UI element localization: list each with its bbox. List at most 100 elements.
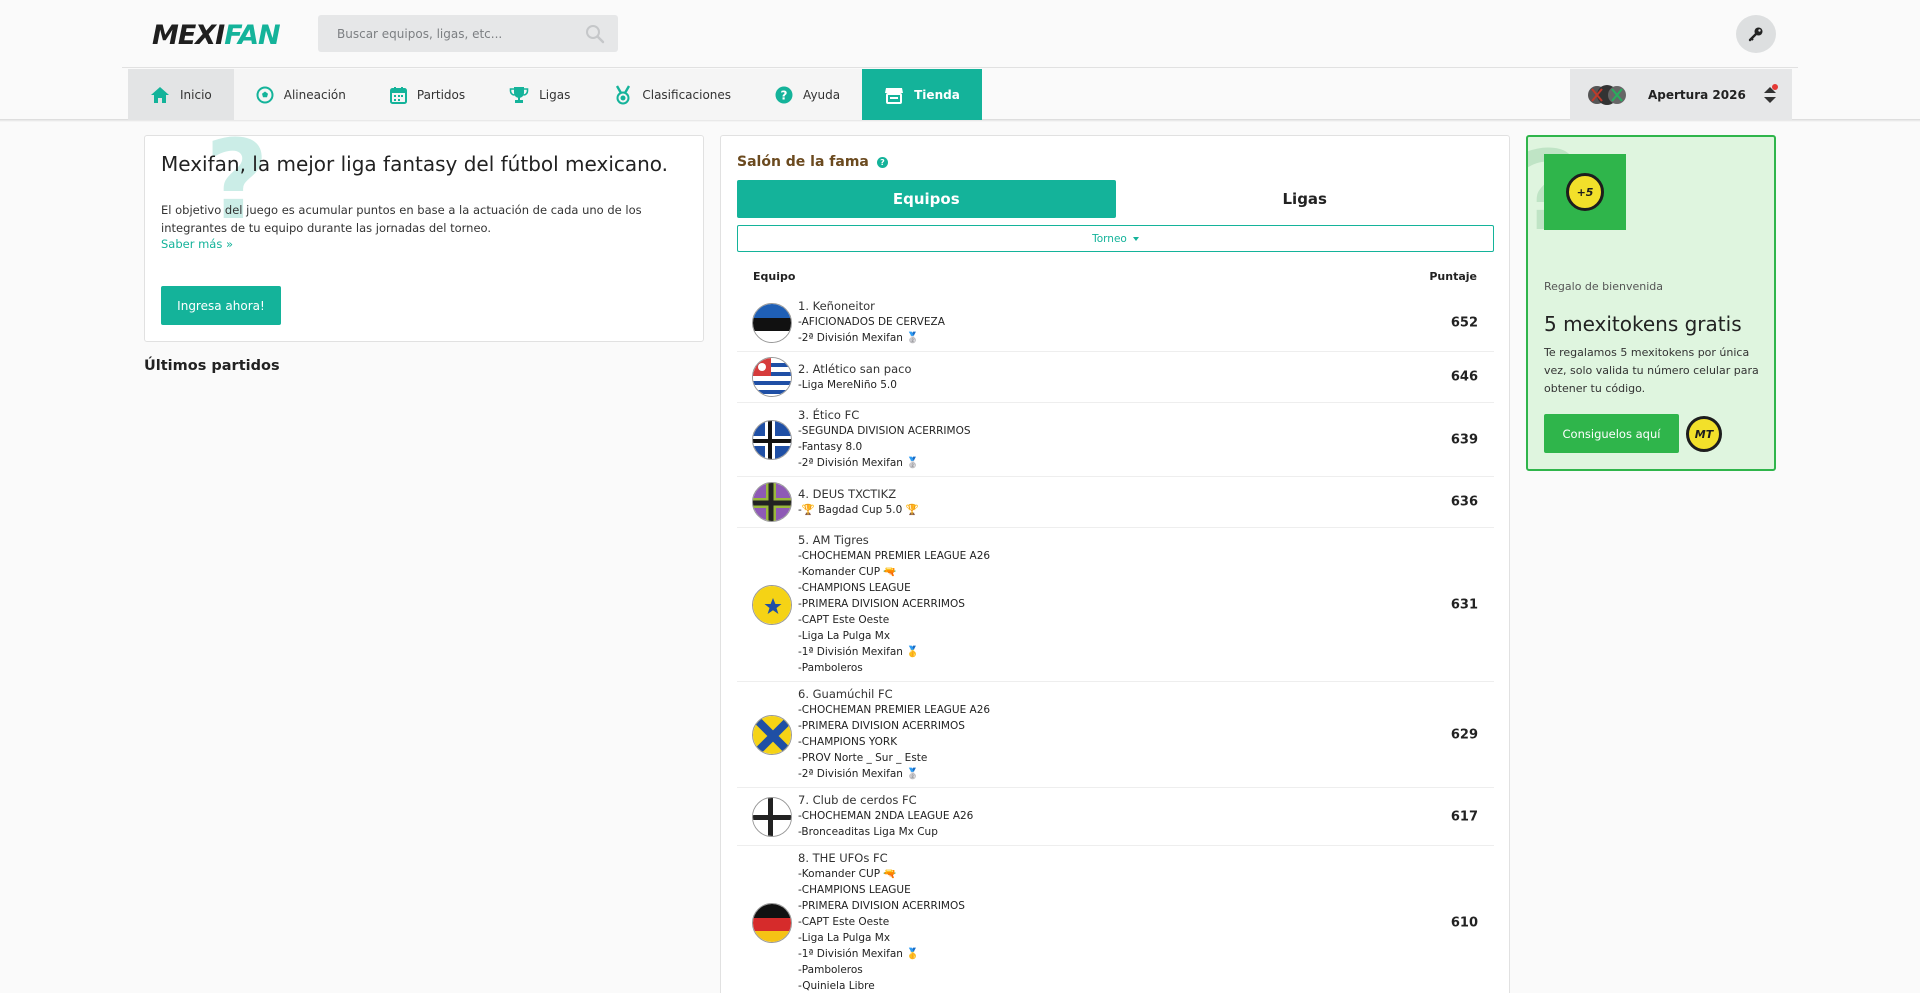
table-row[interactable]: 2. Atlético san paco -Liga MereNiño 5.0 64…: [737, 352, 1494, 403]
nav-item-tienda[interactable]: Tienda: [862, 69, 982, 120]
team-name[interactable]: 7. Club de cerdos FC: [798, 793, 973, 808]
nav-item-clasificaciones[interactable]: Clasificaciones: [592, 69, 754, 120]
league-item[interactable]: -Liga MereNiño 5.0: [798, 377, 912, 393]
league-item[interactable]: -2ª División Mexifan 🥈: [798, 766, 990, 782]
league-item[interactable]: -Bronceaditas Liga Mx Cup: [798, 824, 973, 840]
search-box: [318, 15, 618, 52]
league-item[interactable]: -CHAMPIONS YORK: [798, 734, 990, 750]
league-item[interactable]: -Fantasy 8.0: [798, 439, 971, 455]
league-item[interactable]: -CHAMPIONS LEAGUE: [798, 580, 990, 596]
mexifan-logo[interactable]: MEXIFAN: [152, 20, 281, 51]
join-now-button[interactable]: Ingresa ahora!: [161, 286, 281, 325]
team-name[interactable]: 2. Atlético san paco: [798, 362, 912, 377]
medal-icon: [616, 84, 631, 104]
team-name[interactable]: 1. Keñoneitor: [798, 299, 945, 314]
team-name-text: Guamúchil FC: [812, 687, 893, 701]
logo-fan: FAN: [224, 20, 280, 51]
table-row[interactable]: 4. DEUS TXCTIKZ -🏆 Bagdad Cup 5.0 🏆 636: [737, 477, 1494, 528]
league-item[interactable]: -PRIMERA DIVISION ACERRIMOS: [798, 898, 965, 914]
team-rank: 5.: [798, 533, 809, 547]
table-row[interactable]: 1. Keñoneitor -AFICIONADOS DE CERVEZA -2ª …: [737, 294, 1494, 352]
league-item[interactable]: -Quiniela Libre: [798, 978, 965, 993]
table-row[interactable]: 6. Guamúchil FC -CHOCHEMAN PREMIER LEAGUE…: [737, 682, 1494, 788]
league-item[interactable]: -Komander CUP 🔫: [798, 564, 990, 580]
table-row[interactable]: 7. Club de cerdos FC -CHOCHEMAN 2NDA LEAG…: [737, 788, 1494, 846]
team-flag-icon: [752, 302, 792, 343]
help-icon: ?: [775, 86, 793, 103]
league-item[interactable]: -CHOCHEMAN PREMIER LEAGUE A26: [798, 548, 990, 564]
latest-matches-heading: Últimos partidos: [144, 358, 280, 374]
league-item[interactable]: -2ª División Mexifan 🥈: [798, 330, 945, 346]
league-item[interactable]: -2ª División Mexifan 🥈: [798, 455, 971, 471]
league-item[interactable]: -SEGUNDA DIVISION ACERRIMOS: [798, 423, 971, 439]
soccer-ball-icon: [256, 86, 274, 103]
league-item[interactable]: -CHOCHEMAN PREMIER LEAGUE A26: [798, 702, 990, 718]
team-flag-icon: [752, 796, 792, 837]
nav-item-alineacion[interactable]: Alineación: [233, 69, 368, 120]
info-icon[interactable]: ?: [877, 157, 888, 168]
league-item[interactable]: -CAPT Este Oeste: [798, 914, 965, 930]
league-item[interactable]: -Liga La Pulga Mx: [798, 930, 965, 946]
league-item[interactable]: -1ª División Mexifan 🥇: [798, 644, 990, 660]
season-selector[interactable]: Apertura 2026: [1570, 69, 1792, 120]
team-name[interactable]: 4. DEUS TXCTIKZ: [798, 487, 919, 502]
nav-label: Clasificaciones: [642, 87, 732, 102]
team-rank: 7.: [798, 793, 809, 807]
league-item[interactable]: -Komander CUP 🔫: [798, 866, 965, 882]
team-points: 646: [1450, 369, 1478, 385]
team-info: 4. DEUS TXCTIKZ -🏆 Bagdad Cup 5.0 🏆: [798, 487, 919, 518]
team-info: 1. Keñoneitor -AFICIONADOS DE CERVEZA -2ª …: [798, 299, 945, 346]
team-name[interactable]: 8. THE UFOs FC: [798, 851, 965, 866]
column-header-team: Equipo: [753, 270, 796, 283]
sort-icon[interactable]: [1762, 84, 1778, 106]
team-rank: 6.: [798, 687, 809, 701]
key-icon: [1748, 27, 1763, 42]
league-item[interactable]: -PROV Norte _ Sur _ Este: [798, 750, 990, 766]
nav-item-ayuda[interactable]: ? Ayuda: [753, 69, 863, 120]
table-row[interactable]: 5. AM Tigres -CHOCHEMAN PREMIER LEAGUE A2…: [737, 528, 1494, 682]
welcome-gift-card: ? +5 Regalo de bienvenida 5 mexitokens g…: [1526, 135, 1776, 471]
tab-equipos[interactable]: Equipos: [737, 180, 1116, 218]
team-name[interactable]: 6. Guamúchil FC: [798, 687, 990, 702]
league-item[interactable]: -1ª División Mexifan 🥇: [798, 946, 965, 962]
team-rank: 2.: [798, 361, 809, 376]
team-flag-icon: [752, 357, 792, 397]
get-tokens-button[interactable]: Consiguelos aquí: [1544, 414, 1679, 453]
nav-label: Ligas: [539, 87, 571, 102]
nav-label: Inicio: [180, 87, 212, 102]
nav-item-ligas[interactable]: Ligas: [487, 69, 593, 120]
tab-ligas[interactable]: Ligas: [1116, 180, 1495, 218]
nav-item-partidos[interactable]: Partidos: [367, 69, 488, 120]
league-item[interactable]: -Pamboleros: [798, 660, 990, 676]
search-icon[interactable]: [585, 24, 605, 44]
store-icon: [885, 87, 904, 104]
learn-more-link[interactable]: Saber más »: [161, 237, 233, 251]
team-name-text: Ético FC: [812, 408, 860, 422]
league-item[interactable]: -PRIMERA DIVISION ACERRIMOS: [798, 596, 990, 612]
league-item[interactable]: -CAPT Este Oeste: [798, 612, 990, 628]
league-item[interactable]: -CHOCHEMAN 2NDA LEAGUE A26: [798, 808, 973, 824]
league-item[interactable]: -Liga La Pulga Mx: [798, 628, 990, 644]
login-button[interactable]: [1736, 15, 1776, 53]
league-item[interactable]: -CHAMPIONS LEAGUE: [798, 882, 965, 898]
ranking-list: 1. Keñoneitor -AFICIONADOS DE CERVEZA -2ª …: [737, 294, 1494, 993]
nav-item-inicio[interactable]: Inicio: [128, 69, 234, 120]
league-item[interactable]: -AFICIONADOS DE CERVEZA: [798, 314, 945, 330]
team-info: 2. Atlético san paco -Liga MereNiño 5.0: [798, 362, 912, 393]
team-name-text: AM Tigres: [812, 533, 869, 547]
team-name[interactable]: 5. AM Tigres: [798, 533, 990, 548]
tournament-filter[interactable]: Torneo: [737, 225, 1494, 252]
mexitoken-icon: MT: [1686, 416, 1722, 452]
hall-of-fame-card: Salón de la fama ? Equipos Ligas Torneo …: [720, 135, 1510, 993]
calendar-icon: [389, 86, 407, 104]
table-row[interactable]: 3. Ético FC -SEGUNDA DIVISION ACERRIMOS -F…: [737, 403, 1494, 477]
league-item[interactable]: -🏆 Bagdad Cup 5.0 🏆: [798, 502, 919, 518]
team-name[interactable]: 3. Ético FC: [798, 408, 971, 423]
league-item[interactable]: -Pamboleros: [798, 962, 965, 978]
table-row[interactable]: 8. THE UFOs FC -Komander CUP 🔫 -CHAMPIONS …: [737, 846, 1494, 993]
liga-mx-logo-icon: [1588, 84, 1626, 105]
league-item[interactable]: -PRIMERA DIVISION ACERRIMOS: [798, 718, 990, 734]
home-icon: [151, 86, 169, 103]
team-info: 3. Ético FC -SEGUNDA DIVISION ACERRIMOS -F…: [798, 408, 971, 471]
search-input[interactable]: [318, 15, 568, 52]
